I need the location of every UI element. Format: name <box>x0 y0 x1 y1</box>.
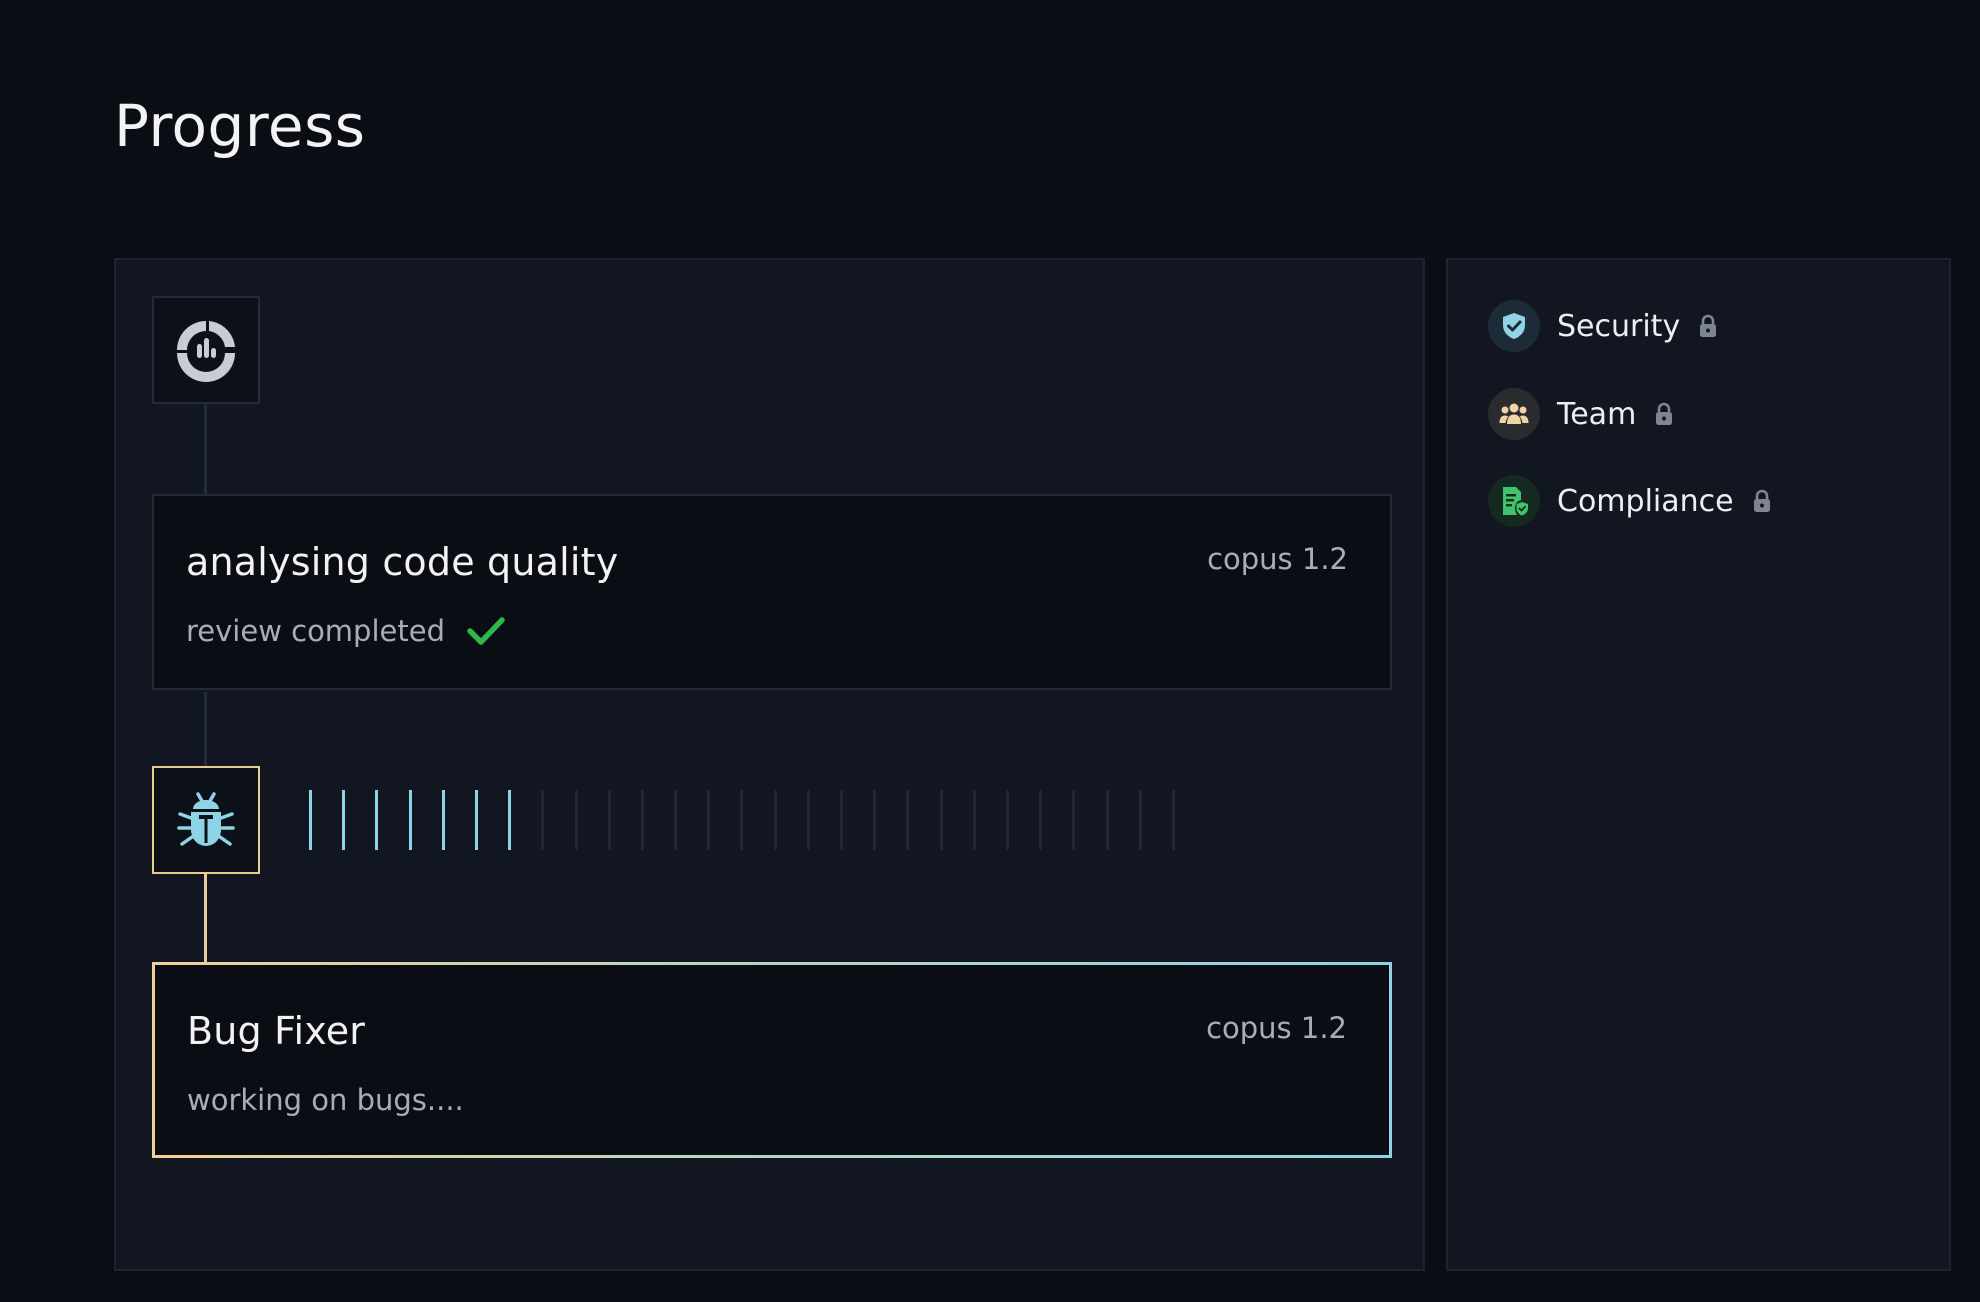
analytics-icon <box>177 321 235 382</box>
progress-tick-filled <box>508 790 512 850</box>
progress-tick-empty <box>1171 790 1175 850</box>
progress-tick-filled <box>309 790 312 850</box>
step-title: analysing code quality <box>186 540 619 584</box>
progress-page: Progress analysing code quality copus 1.… <box>0 0 1980 1302</box>
timeline-connector-active <box>204 874 207 970</box>
progress-tick-empty <box>906 790 910 850</box>
progress-tick-empty <box>574 790 578 850</box>
compliance-document-icon <box>1488 475 1540 527</box>
timeline-panel: analysing code quality copus 1.2 review … <box>114 258 1425 1271</box>
page-title: Progress <box>114 92 366 160</box>
lock-icon <box>1654 402 1674 426</box>
lock-icon <box>1752 489 1772 513</box>
progress-tick-empty <box>1005 790 1009 850</box>
step-title: Bug Fixer <box>187 1009 366 1053</box>
progress-tick-empty <box>640 790 644 850</box>
step-model: copus 1.2 <box>1206 1011 1347 1045</box>
step-status-text: working on bugs.... <box>187 1083 464 1117</box>
progress-tick-empty <box>773 790 777 850</box>
progress-tick-empty <box>674 790 678 850</box>
timeline-connector <box>204 692 207 766</box>
step-status: working on bugs.... <box>187 1083 464 1117</box>
progress-tick-empty <box>607 790 611 850</box>
side-item-label: Security <box>1557 308 1681 344</box>
progress-tick-empty <box>740 790 744 850</box>
step-status: review completed <box>186 614 505 648</box>
progress-tick-empty <box>972 790 976 850</box>
team-icon <box>1488 388 1540 440</box>
progress-tick-empty <box>1039 790 1043 850</box>
bug-icon <box>177 792 235 846</box>
progress-tick-empty <box>1138 790 1142 850</box>
step-model: copus 1.2 <box>1207 542 1348 576</box>
bug-fixer-progress-ticks <box>309 790 1175 850</box>
check-icon <box>467 616 505 646</box>
progress-tick-filled <box>375 790 379 850</box>
progress-tick-empty <box>873 790 877 850</box>
progress-tick-empty <box>1072 790 1076 850</box>
analytics-node <box>152 296 260 404</box>
side-item-compliance[interactable]: Compliance <box>1488 475 1772 527</box>
progress-tick-empty <box>840 790 843 850</box>
progress-tick-empty <box>939 790 943 850</box>
progress-tick-filled <box>408 790 412 850</box>
side-item-label: Team <box>1557 396 1637 432</box>
step-card-bug-fixer[interactable]: Bug Fixer copus 1.2 working on bugs.... <box>152 962 1392 1158</box>
shield-check-icon <box>1488 300 1540 352</box>
progress-tick-empty <box>806 790 810 850</box>
progress-tick-empty <box>1105 790 1109 850</box>
progress-tick-filled <box>474 790 478 850</box>
step-card-analysing[interactable]: analysing code quality copus 1.2 review … <box>152 494 1392 690</box>
timeline-connector <box>204 404 207 500</box>
side-item-label: Compliance <box>1557 483 1734 519</box>
progress-tick-empty <box>707 790 711 850</box>
progress-tick-filled <box>441 790 445 850</box>
side-item-security[interactable]: Security <box>1488 300 1718 352</box>
lock-icon <box>1698 314 1718 338</box>
progress-tick-empty <box>541 790 545 850</box>
bug-node <box>152 766 260 874</box>
features-panel: Security Team Compliance <box>1446 258 1951 1271</box>
step-status-text: review completed <box>186 614 445 648</box>
progress-tick-filled <box>342 790 346 850</box>
side-item-team[interactable]: Team <box>1488 388 1674 440</box>
